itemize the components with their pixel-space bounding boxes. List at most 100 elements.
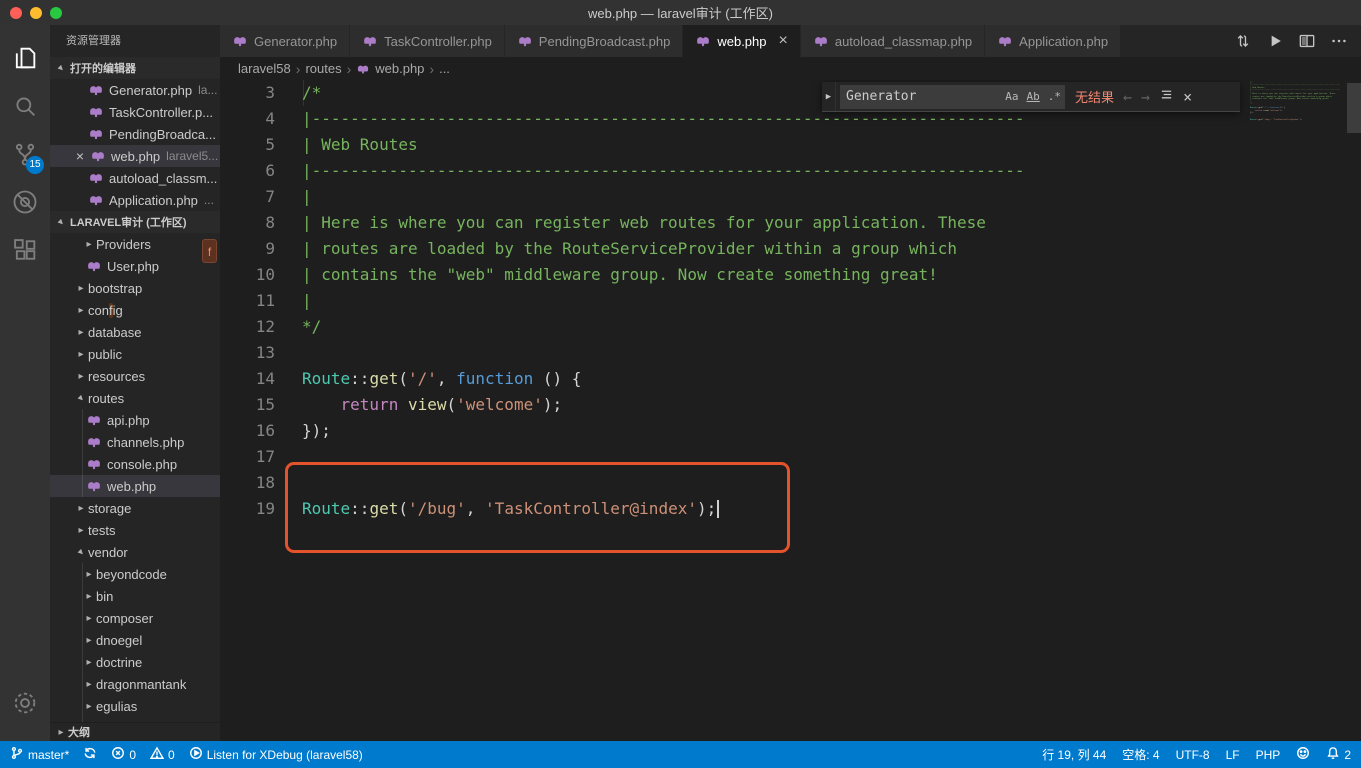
tree-item-vendor[interactable]: ▸vendor [50, 541, 220, 563]
tab-PendingBroadcast.php[interactable]: PendingBroadcast.php [505, 25, 684, 57]
tree-item-beyondcode[interactable]: ▸beyondcode [50, 563, 220, 585]
statusbar-行 19, 列 44[interactable]: 行 19, 列 44 [1042, 746, 1106, 763]
close-icon[interactable]: × [779, 32, 788, 50]
regex-icon[interactable]: .* [1044, 90, 1065, 103]
activity-settings-gear[interactable] [1, 681, 49, 729]
code-line-9[interactable]: 9| routes are loaded by the RouteService… [220, 236, 1361, 262]
previous-match-icon[interactable]: ← [1123, 88, 1132, 106]
chevron-collapsed-icon[interactable]: ▸ [82, 569, 96, 580]
tab-Application.php[interactable]: Application.php [985, 25, 1121, 57]
find-input[interactable] [840, 89, 1001, 104]
open-editors-header[interactable]: ▸ 打开的编辑器 [50, 57, 220, 79]
chevron-collapsed-icon[interactable]: ▸ [74, 305, 88, 316]
tree-item-api.php[interactable]: api.php [50, 409, 220, 431]
line-number[interactable]: 9 [220, 236, 275, 262]
tree-item-User.php[interactable]: User.php [50, 255, 220, 277]
run-play-icon[interactable] [1261, 27, 1289, 55]
close-icon[interactable]: × [72, 148, 88, 164]
tab-TaskController.php[interactable]: TaskController.php [350, 25, 505, 57]
tree-item-routes[interactable]: ▸routes [50, 387, 220, 409]
next-match-icon[interactable]: → [1141, 88, 1150, 106]
tree-item-channels.php[interactable]: channels.php [50, 431, 220, 453]
line-number[interactable]: 8 [220, 210, 275, 236]
more-actions-icon[interactable] [1325, 27, 1353, 55]
breadcrumb-item-laravel58[interactable]: laravel58 [238, 61, 291, 76]
line-number[interactable]: 14 [220, 366, 275, 392]
tree-item-public[interactable]: ▸public [50, 343, 220, 365]
chevron-collapsed-icon[interactable]: ▸ [82, 679, 96, 690]
statusbar-Listen for XDebug (laravel58)[interactable]: Listen for XDebug (laravel58) [189, 746, 363, 763]
outline-section-header[interactable]: ▸ 大纲 [50, 722, 220, 741]
open-editor-PendingBroadca...[interactable]: PendingBroadca... [50, 123, 220, 145]
line-number[interactable]: 7 [220, 184, 275, 210]
line-number[interactable]: 5 [220, 132, 275, 158]
activity-extensions[interactable] [1, 228, 49, 276]
split-editor-icon[interactable] [1293, 27, 1321, 55]
line-number[interactable]: 4 [220, 106, 275, 132]
line-number[interactable]: 15 [220, 392, 275, 418]
tree-item-erusev[interactable]: ▸erusev [50, 717, 220, 722]
statusbar-2[interactable]: 2 [1326, 746, 1351, 763]
line-number[interactable]: 6 [220, 158, 275, 184]
statusbar-LF[interactable]: LF [1226, 748, 1240, 762]
tree-item-web.php[interactable]: web.php [50, 475, 220, 497]
zoom-window-button[interactable] [50, 7, 62, 19]
code-line-15[interactable]: 15 return view('welcome'); [220, 392, 1361, 418]
tab-autoload_classmap.php[interactable]: autoload_classmap.php [801, 25, 985, 57]
line-number[interactable]: 3 [220, 80, 275, 106]
chevron-collapsed-icon[interactable]: ▸ [82, 635, 96, 646]
chevron-collapsed-icon[interactable]: ▸ [74, 327, 88, 338]
code-line-14[interactable]: 14Route::get('/', function () { [220, 366, 1361, 392]
code-line-10[interactable]: 10| contains the "web" middleware group.… [220, 262, 1361, 288]
synchronize-changes-icon[interactable] [1229, 27, 1257, 55]
chevron-collapsed-icon[interactable]: ▸ [74, 283, 88, 294]
chevron-collapsed-icon[interactable]: ▸ [82, 239, 96, 250]
open-editor-Generator.php[interactable]: Generator.phpla... [50, 79, 220, 101]
line-number[interactable]: 11 [220, 288, 275, 314]
line-number[interactable]: 16 [220, 418, 275, 444]
chevron-collapsed-icon[interactable]: ▸ [82, 701, 96, 712]
toggle-replace-icon[interactable]: ▶ [822, 82, 836, 111]
breadcrumb-item-...[interactable]: ... [439, 61, 450, 76]
close-window-button[interactable] [10, 7, 22, 19]
code-line-6[interactable]: 6|--------------------------------------… [220, 158, 1361, 184]
line-number[interactable]: 13 [220, 340, 275, 366]
line-number[interactable]: 10 [220, 262, 275, 288]
activity-explorer[interactable] [1, 36, 49, 84]
activity-debug-disabled[interactable] [1, 180, 49, 228]
tree-item-doctrine[interactable]: ▸doctrine [50, 651, 220, 673]
activity-search[interactable] [1, 84, 49, 132]
code-line-12[interactable]: 12*/ [220, 314, 1361, 340]
close-find-icon[interactable]: × [1183, 88, 1192, 106]
code-line-13[interactable]: 13 [220, 340, 1361, 366]
minimize-window-button[interactable] [30, 7, 42, 19]
statusbar-0[interactable]: 0 [150, 746, 175, 763]
tree-item-config[interactable]: ▸config [50, 299, 220, 321]
statusbar-空格: 4[interactable]: 空格: 4 [1122, 746, 1159, 763]
chevron-collapsed-icon[interactable]: ▸ [82, 591, 96, 602]
code-line-16[interactable]: 16}); [220, 418, 1361, 444]
open-editor-web.php[interactable]: ×web.phplaravel5... [50, 145, 220, 167]
tree-item-composer[interactable]: ▸composer [50, 607, 220, 629]
open-editor-autoload_classm...[interactable]: autoload_classm... [50, 167, 220, 189]
breadcrumb-item-web.php[interactable]: web.php [375, 61, 424, 76]
activity-source-control[interactable]: 15 [1, 132, 49, 180]
editor-scrollbar[interactable] [1347, 83, 1361, 133]
tree-item-resources[interactable]: ▸resources [50, 365, 220, 387]
tree-item-bootstrap[interactable]: ▸bootstrap [50, 277, 220, 299]
statusbar-0[interactable]: 0 [111, 746, 136, 763]
tree-item-tests[interactable]: ▸tests [50, 519, 220, 541]
tab-web.php[interactable]: web.php× [683, 25, 801, 57]
match-case-icon[interactable]: Aa [1001, 90, 1022, 103]
tree-item-Providers[interactable]: ▸Providers [50, 233, 220, 255]
tree-item-storage[interactable]: ▸storage [50, 497, 220, 519]
whole-word-icon[interactable]: Ab [1023, 90, 1044, 103]
tree-item-dnoegel[interactable]: ▸dnoegel [50, 629, 220, 651]
statusbar-sync[interactable] [83, 746, 97, 763]
chevron-collapsed-icon[interactable]: ▸ [82, 613, 96, 624]
line-number[interactable]: 12 [220, 314, 275, 340]
open-editor-Application.php[interactable]: Application.php... [50, 189, 220, 211]
tree-item-dragonmantank[interactable]: ▸dragonmantank [50, 673, 220, 695]
workspace-header[interactable]: ▸ LARAVEL审计 (工作区) [50, 211, 220, 233]
breadcrumb-item-routes[interactable]: routes [305, 61, 341, 76]
